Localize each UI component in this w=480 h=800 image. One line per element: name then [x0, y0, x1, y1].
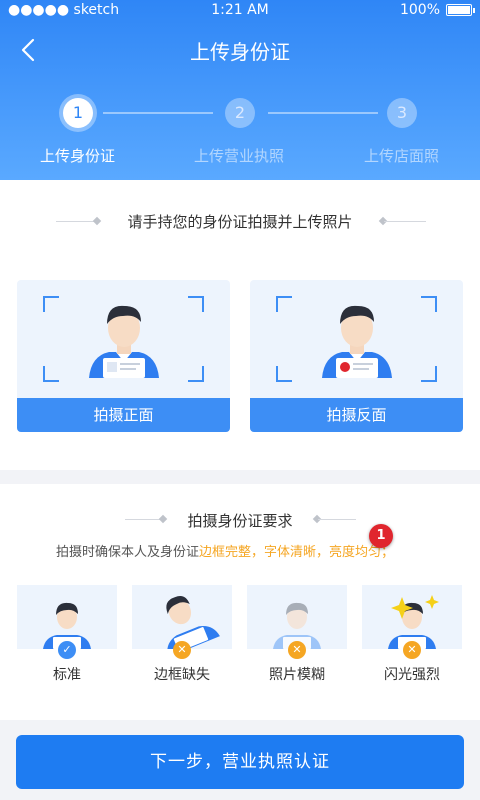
requirements-description: 拍摄时确保本人及身份证边框完整，字体清晰，亮度均匀； [56, 541, 394, 560]
person-sample-tilted-icon [166, 596, 220, 649]
person-with-id-front-icon [89, 305, 159, 378]
requirements-section: 拍摄身份证要求 拍摄时确保本人及身份证边框完整，字体清晰，亮度均匀； ✓ 标准 … [0, 484, 480, 720]
frame-corner [421, 296, 437, 312]
frame-corner [421, 366, 437, 382]
requirements-heading: 拍摄身份证要求 [187, 512, 293, 530]
sample-label-border-missing: 边框缺失 [154, 667, 210, 683]
frame-corner [276, 296, 292, 312]
frame-corner [43, 296, 59, 312]
sample-label-blurry: 照片模糊 [269, 667, 325, 683]
sample-border-missing-image [132, 585, 232, 649]
divider-line [384, 221, 426, 222]
step-2-label: 上传营业执照 [194, 147, 285, 165]
id-back-capture[interactable]: 拍摄反面 [250, 280, 463, 432]
person-sample-icon [43, 602, 91, 649]
sample-label-flash: 闪光强烈 [384, 667, 440, 683]
check-icon: ✓ [58, 641, 76, 659]
cross-icon: ✕ [403, 641, 421, 659]
step-2-circle: 2 [225, 98, 255, 128]
requirements-desc-plain: 拍摄时确保本人及身份证 [56, 545, 200, 560]
id-front-capture[interactable]: 拍摄正面 [17, 280, 230, 432]
sample-flash-image [362, 585, 462, 649]
step-connector [103, 112, 213, 114]
header-bar: ●●●●● sketch 1:21 AM 100% 上传身份证 1 2 3 上传… [0, 0, 480, 180]
step-1-label: 上传身份证 [40, 147, 116, 165]
person-sample-blurry-icon [273, 602, 321, 649]
step-indicator: 1 2 3 上传身份证 上传营业执照 上传店面照 [0, 95, 480, 165]
frame-corner [188, 366, 204, 382]
battery-percent: 100% [399, 2, 440, 18]
step-1-circle: 1 [63, 98, 93, 128]
capture-back-button[interactable]: 拍摄反面 [250, 398, 463, 432]
frame-corner [43, 366, 59, 382]
sample-blurry-image [247, 585, 347, 649]
capture-front-button[interactable]: 拍摄正面 [17, 398, 230, 432]
person-sample-flash-icon [388, 595, 439, 649]
frame-corner [276, 366, 292, 382]
person-with-id-back-icon [322, 305, 392, 378]
sample-standard-image [17, 585, 117, 649]
battery-icon [446, 4, 475, 16]
upload-section: 请手持您的身份证拍摄并上传照片 拍摄正面 拍摄反面 [0, 180, 480, 470]
page-title: 上传身份证 [190, 40, 290, 64]
next-step-button[interactable]: 下一步，营业执照认证 [16, 735, 464, 789]
notification-badge: 1 [369, 524, 393, 548]
requirements-desc-highlight: 边框完整，字体清晰，亮度均匀； [199, 545, 395, 560]
cross-icon: ✕ [288, 641, 306, 659]
divider-line [318, 519, 356, 520]
cross-icon: ✕ [173, 641, 191, 659]
status-bar: ●●●●● sketch 1:21 AM 100% [0, 0, 480, 20]
frame-corner [188, 296, 204, 312]
battery-status: 100% [399, 0, 475, 20]
step-connector [268, 112, 378, 114]
sample-label-standard: 标准 [53, 667, 81, 683]
step-3-label: 上传店面照 [364, 147, 440, 165]
step-3-circle: 3 [387, 98, 417, 128]
